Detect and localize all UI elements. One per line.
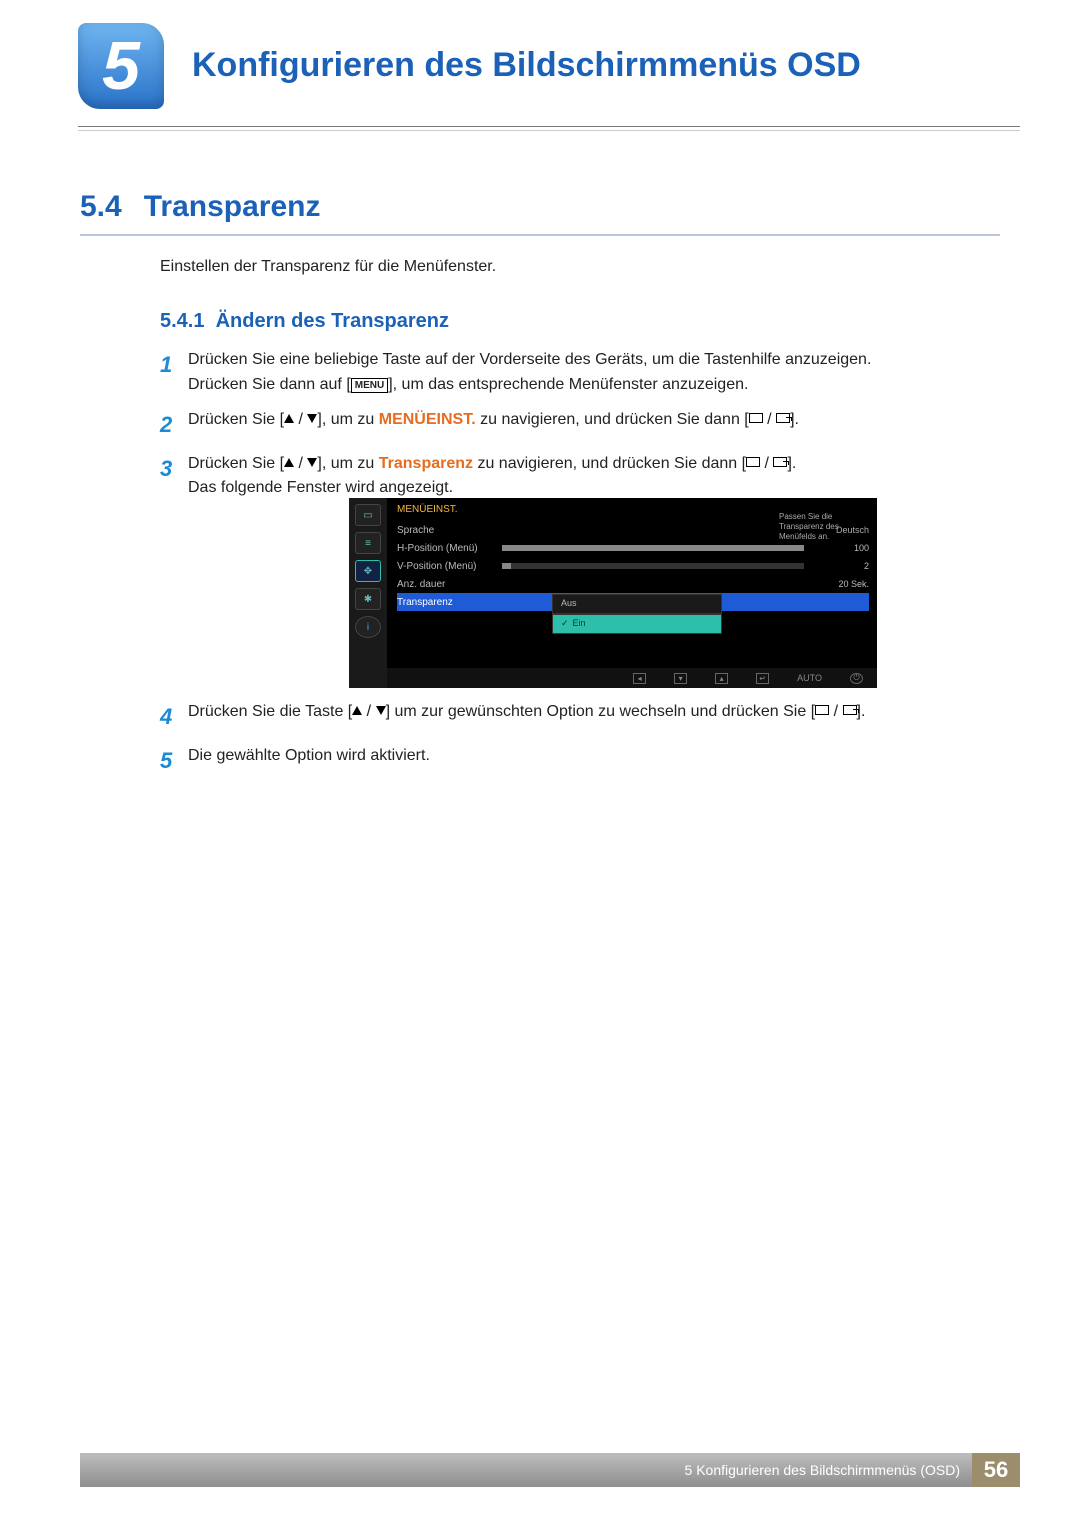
osd-footer-auto: AUTO [797, 673, 822, 683]
divider [80, 234, 1000, 236]
power-icon: ⏻ [850, 673, 863, 684]
step-text: Drücken Sie dann auf [ [188, 376, 351, 393]
osd-value: 2 [814, 561, 869, 571]
enter-icon [843, 705, 857, 715]
highlight-text: MENÜEINST. [379, 411, 476, 428]
source-icon [749, 413, 763, 423]
info-icon: i [355, 616, 381, 638]
divider [78, 130, 1020, 131]
down-arrow-icon: ▾ [674, 673, 687, 684]
step-1: 1 Drücken Sie eine beliebige Taste auf d… [160, 348, 1000, 398]
up-arrow-icon: ▴ [715, 673, 728, 684]
osd-tooltip: Passen Sie die Transparenz des Menüfelds… [779, 512, 869, 542]
slider-fill [502, 545, 804, 551]
osd-body: MENÜEINST. Sprache Deutsch H-Position (M… [387, 498, 877, 668]
up-arrow-icon [284, 414, 294, 423]
page-footer: 5 Konfigurieren des Bildschirmmenüs (OSD… [80, 1453, 1020, 1487]
step-2: 2 Drücken Sie [ / ], um zu MENÜEINST. zu… [160, 408, 1000, 442]
step-4: 4 Drücken Sie die Taste [ / ] um zur gew… [160, 700, 1000, 734]
menu-key-icon: MENU [351, 378, 388, 393]
page-header: 5 Konfigurieren des Bildschirmmenüs OSD [78, 18, 1020, 113]
source-icon [746, 457, 760, 467]
osd-dropdown: Aus Ein [552, 594, 722, 634]
footer-label: 5 Konfigurieren des Bildschirmmenüs (OSD… [685, 1462, 960, 1478]
osd-label: Anz. dauer [397, 579, 502, 590]
osd-screenshot: ▭ ≡ ✥ ✱ i MENÜEINST. Sprache Deutsch H-P… [349, 498, 877, 688]
gear-icon: ✱ [355, 588, 381, 610]
highlight-text: Transparenz [379, 455, 473, 472]
slider-track [502, 545, 804, 551]
osd-label: H-Position (Menü) [397, 543, 502, 554]
monitor-icon: ▭ [355, 504, 381, 526]
section-heading: 5.4 Transparenz [80, 190, 1000, 236]
section-number: 5.4 [80, 190, 122, 224]
step-text: ], um das entsprechende Menüfenster anzu… [388, 376, 748, 393]
chapter-badge: 5 [78, 23, 164, 109]
osd-row-vpos: V-Position (Menü) 2 [397, 557, 869, 575]
up-arrow-icon [284, 458, 294, 467]
step-text: Das folgende Fenster wird angezeigt. [188, 479, 453, 496]
source-icon [815, 705, 829, 715]
step-3: 3 Drücken Sie [ / ], um zu Transparenz z… [160, 452, 1000, 502]
osd-label: V-Position (Menü) [397, 561, 502, 572]
step-list: 1 Drücken Sie eine beliebige Taste auf d… [160, 348, 1000, 511]
osd-footer: ◂ ▾ ▴ ↵ AUTO ⏻ [387, 668, 877, 688]
list-icon: ≡ [355, 532, 381, 554]
osd-label: Transparenz [397, 597, 502, 608]
step-text: Drücken Sie eine beliebige Taste auf der… [188, 351, 871, 368]
step-number: 4 [160, 700, 188, 734]
slider-track [502, 563, 804, 569]
enter-icon [773, 457, 787, 467]
step-text: Drücken Sie [ [188, 411, 284, 428]
enter-icon: ↵ [756, 673, 769, 684]
down-arrow-icon [307, 414, 317, 423]
osd-label: Sprache [397, 525, 502, 536]
subsection-title: Ändern des Transparenz [216, 310, 449, 332]
osd-option-on: Ein [552, 614, 722, 634]
osd-value: 100 [814, 543, 869, 553]
step-number: 3 [160, 452, 188, 502]
chapter-title: Konfigurieren des Bildschirmmenüs OSD [192, 46, 861, 85]
step-number: 2 [160, 408, 188, 442]
step-number: 1 [160, 348, 188, 398]
step-text: ] um zur gewünschten Option zu wechseln … [386, 703, 816, 720]
step-text: ], um zu [317, 411, 378, 428]
divider [78, 126, 1020, 127]
subsection-heading: 5.4.1 Ändern des Transparenz [160, 310, 449, 333]
step-text: Die gewählte Option wird aktiviert. [188, 747, 430, 764]
slider-fill [502, 563, 511, 569]
page-number: 56 [972, 1453, 1020, 1487]
down-arrow-icon [307, 458, 317, 467]
step-text: zu navigieren, und drücken Sie dann [ [473, 455, 746, 472]
left-arrow-icon: ◂ [633, 673, 646, 684]
down-arrow-icon [376, 706, 386, 715]
osd-sidebar: ▭ ≡ ✥ ✱ i [349, 498, 387, 688]
osd-row-duration: Anz. dauer 20 Sek. [397, 575, 869, 593]
step-text: ], um zu [317, 455, 378, 472]
osd-value: 20 Sek. [814, 579, 869, 589]
osd-option-off: Aus [552, 594, 722, 614]
step-text: Drücken Sie [ [188, 455, 284, 472]
section-title: Transparenz [144, 190, 321, 224]
step-text: Drücken Sie die Taste [ [188, 703, 352, 720]
section-intro: Einstellen der Transparenz für die Menüf… [160, 258, 496, 276]
up-arrow-icon [352, 706, 362, 715]
step-list-cont: 4 Drücken Sie die Taste [ / ] um zur gew… [160, 700, 1000, 788]
enter-icon [776, 413, 790, 423]
step-5: 5 Die gewählte Option wird aktiviert. [160, 744, 1000, 778]
subsection-number: 5.4.1 [160, 310, 204, 332]
step-text: zu navigieren, und drücken Sie dann [ [476, 411, 749, 428]
step-number: 5 [160, 744, 188, 778]
move-icon: ✥ [355, 560, 381, 582]
